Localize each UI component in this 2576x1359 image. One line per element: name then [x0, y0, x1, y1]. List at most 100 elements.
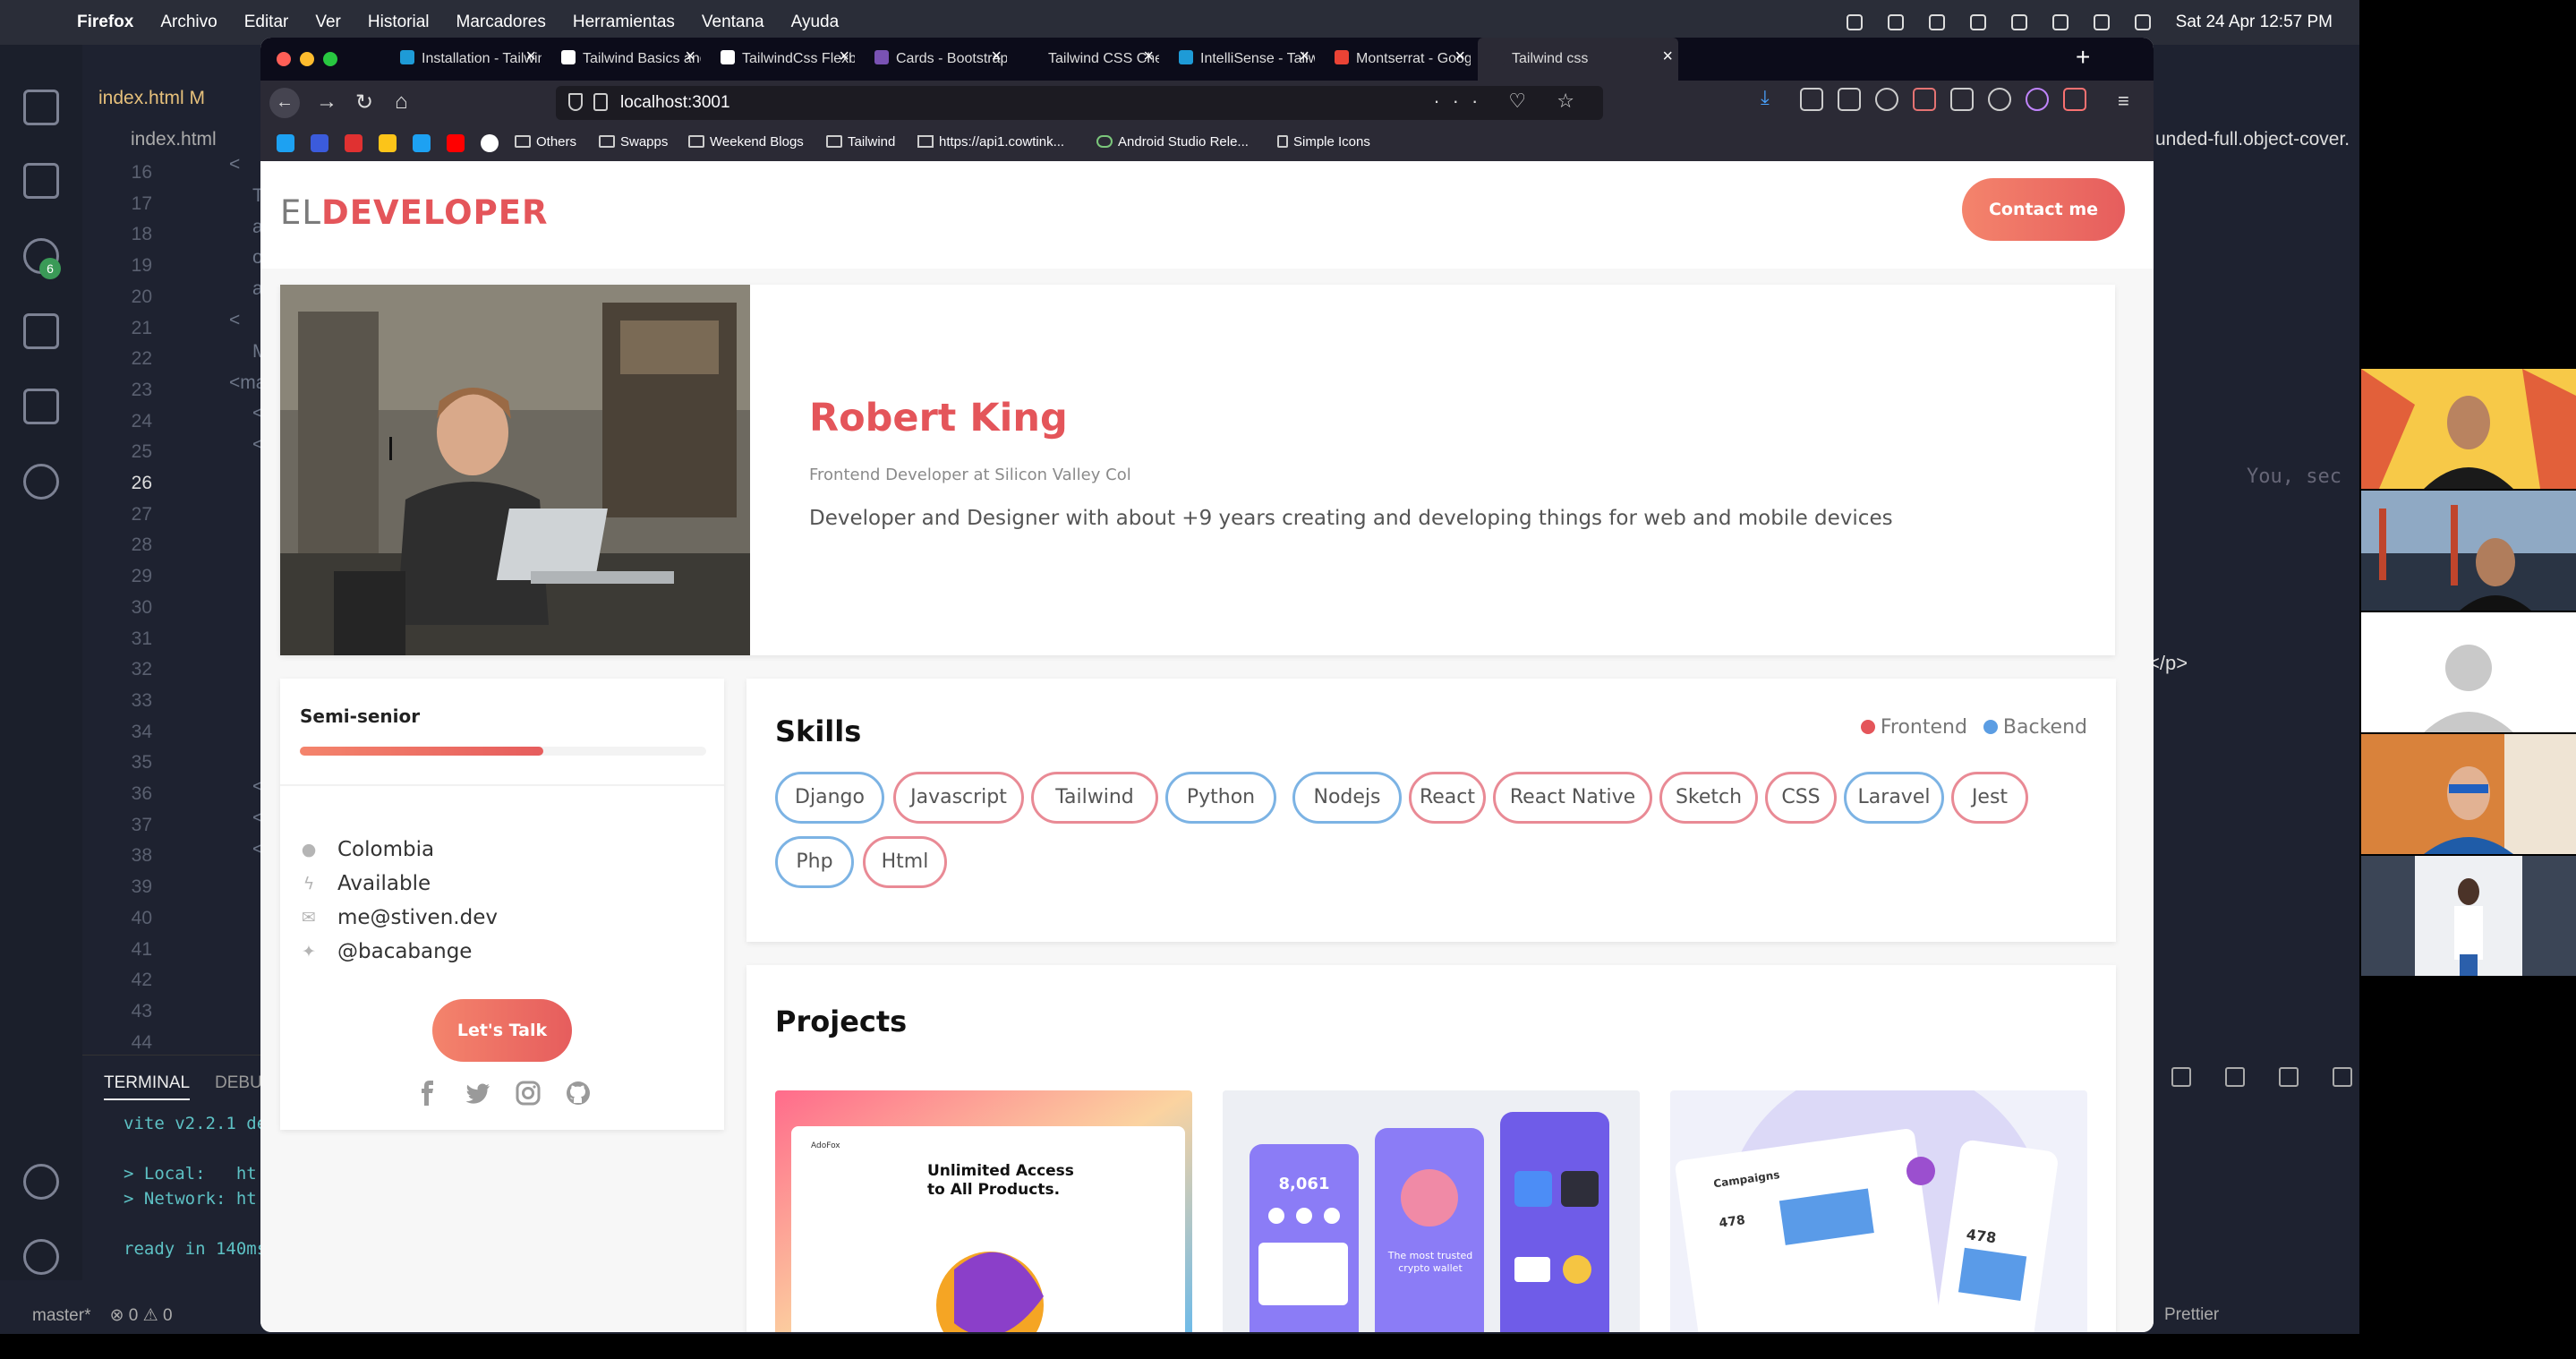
tab-close-icon[interactable]: ×	[1143, 47, 1154, 67]
menu-datetime[interactable]: Sat 24 Apr 12:57 PM	[2176, 13, 2333, 32]
page-info-icon[interactable]	[593, 93, 608, 111]
menu-item-marcadores[interactable]: Marcadores	[456, 13, 546, 32]
extension-icon-6[interactable]	[2063, 88, 2086, 111]
bookmark-cowtink[interactable]: https://api1.cowtink...	[917, 134, 1064, 150]
browser-tab[interactable]: Installation - Tailwin ×	[388, 38, 542, 81]
menu-item-editar[interactable]: Editar	[244, 13, 289, 32]
browser-tab[interactable]: Tailwind css ×	[1478, 38, 1678, 81]
extension-icon-4[interactable]	[1988, 88, 2011, 111]
problems-count[interactable]: ⊗ 0 ⚠ 0	[110, 1306, 173, 1325]
participant-video-2[interactable]	[2361, 491, 2576, 611]
explorer-icon[interactable]	[23, 90, 59, 125]
status-icon-1[interactable]	[1846, 14, 1863, 30]
home-button[interactable]: ⌂	[395, 90, 408, 115]
facebook-icon[interactable]	[414, 1080, 441, 1107]
contact-me-button[interactable]: Contact me	[1962, 178, 2125, 241]
forward-button[interactable]: →	[316, 90, 337, 115]
hamburger-menu-icon[interactable]: ≡	[2118, 90, 2129, 113]
info-text[interactable]: @bacabange	[337, 940, 472, 963]
google-icon[interactable]	[481, 134, 499, 152]
tab-close-icon[interactable]: ×	[1299, 47, 1309, 67]
lets-talk-button[interactable]: Let's Talk	[432, 999, 572, 1062]
github-icon[interactable]	[565, 1080, 592, 1107]
settings-gear-icon[interactable]	[23, 1239, 59, 1275]
bookmark-folder-tailwind[interactable]: Tailwind	[826, 134, 895, 150]
extension-icon-2[interactable]	[1913, 88, 1936, 111]
bookmark-icon-3[interactable]	[345, 134, 363, 152]
close-panel-icon[interactable]	[2333, 1067, 2352, 1087]
browser-tab[interactable]: TailwindCss Flexbox×	[708, 38, 855, 81]
menu-app-name[interactable]: Firefox	[77, 13, 133, 32]
git-branch[interactable]: master* ⊗ 0 ⚠ 0	[32, 1305, 173, 1326]
window-minimize-button[interactable]	[300, 52, 314, 66]
browser-tab[interactable]: Cards - Bootstrap v5×	[862, 38, 1007, 81]
browser-tab[interactable]: Tailwind CSS Cheat S×	[1014, 38, 1159, 81]
bookmark-folder-swapps[interactable]: Swapps	[599, 134, 668, 150]
browser-tab[interactable]: IntelliSense - Tailwin×	[1166, 38, 1315, 81]
info-text[interactable]: me@stiven.dev	[337, 906, 498, 929]
status-icon-3[interactable]	[1928, 14, 1945, 30]
participant-video-1[interactable]	[2361, 369, 2576, 489]
remote-icon[interactable]	[23, 464, 59, 500]
maximize-panel-icon[interactable]	[2279, 1067, 2299, 1087]
editor-tab[interactable]: index.html M	[82, 75, 261, 122]
project-thumbnail-2[interactable]: 8,061 The most trusted crypto wallet	[1223, 1090, 1640, 1332]
menu-item-herramientas[interactable]: Herramientas	[573, 13, 675, 32]
sidebar-icon[interactable]	[1838, 88, 1861, 111]
tab-close-icon[interactable]: ×	[839, 47, 849, 67]
window-close-button[interactable]	[277, 52, 291, 66]
menu-item-historial[interactable]: Historial	[368, 13, 430, 32]
bookmark-android-studio[interactable]: Android Studio Rele...	[1096, 134, 1249, 150]
participant-video-5[interactable]	[2361, 856, 2576, 976]
trash-icon[interactable]	[2225, 1067, 2245, 1087]
extensions-icon[interactable]	[23, 389, 59, 424]
account-icon[interactable]	[23, 1164, 59, 1200]
control-center-icon[interactable]	[2134, 14, 2151, 30]
browser-tab[interactable]: Montserrat - Google×	[1322, 38, 1471, 81]
status-icon-2[interactable]	[1887, 14, 1904, 30]
battery-icon[interactable]	[2010, 14, 2027, 30]
breadcrumb[interactable]: index.html	[82, 122, 261, 158]
back-button[interactable]: ←	[269, 88, 300, 118]
library-icon[interactable]	[1800, 88, 1823, 111]
tab-close-icon[interactable]: ×	[991, 47, 1002, 67]
url-bar[interactable]: localhost:3001 ··· ♡ ☆	[556, 86, 1603, 120]
wifi-icon[interactable]	[2051, 14, 2068, 30]
bookmark-icon-1[interactable]	[277, 134, 294, 152]
project-thumbnail-3[interactable]: Campaigns 478 478	[1670, 1090, 2087, 1332]
menu-item-ventana[interactable]: Ventana	[702, 13, 764, 32]
tab-close-icon[interactable]: ×	[525, 47, 536, 67]
tab-close-icon[interactable]: ×	[685, 47, 695, 67]
bookmark-icon-5[interactable]	[413, 134, 431, 152]
bookmark-icon-4[interactable]	[379, 134, 397, 152]
prettier-status[interactable]: Prettier	[2164, 1305, 2219, 1325]
bookmark-folder-others[interactable]: Others	[515, 134, 576, 150]
instagram-icon[interactable]	[515, 1080, 542, 1107]
downloads-icon[interactable]: ⤓	[1761, 86, 1784, 109]
bookmark-icon-6[interactable]	[447, 134, 465, 152]
site-logo[interactable]: ELDEVELOPER	[280, 193, 549, 232]
bookmark-simple-icons[interactable]: Simple Icons	[1277, 134, 1370, 150]
window-zoom-button[interactable]	[323, 52, 337, 66]
search-icon[interactable]	[23, 163, 59, 199]
bluetooth-icon[interactable]	[1969, 14, 1986, 30]
tab-close-icon[interactable]: ×	[1454, 47, 1465, 67]
tab-debug-console[interactable]: DEBU	[215, 1073, 262, 1093]
participant-video-3[interactable]	[2361, 612, 2576, 732]
menu-item-archivo[interactable]: Archivo	[160, 13, 217, 32]
run-debug-icon[interactable]	[23, 313, 59, 349]
menu-item-ayuda[interactable]: Ayuda	[791, 13, 840, 32]
tab-close-icon[interactable]: ×	[1662, 47, 1673, 67]
spotlight-icon[interactable]	[2093, 14, 2110, 30]
extension-icon-3[interactable]	[1950, 88, 1974, 111]
new-tab-button[interactable]: +	[2076, 43, 2090, 72]
participant-video-4[interactable]	[2361, 734, 2576, 854]
twitter-link-icon[interactable]	[465, 1080, 491, 1107]
browser-tab[interactable]: Tailwind Basics and ×	[549, 38, 701, 81]
bookmark-icon-2[interactable]	[311, 134, 328, 152]
project-thumbnail-1[interactable]: AdoFox Unlimited Access to All Products.	[775, 1090, 1192, 1332]
bookmark-folder-weekend-blogs[interactable]: Weekend Blogs	[688, 134, 804, 150]
split-terminal-icon[interactable]	[2171, 1067, 2191, 1087]
reload-button[interactable]: ↻	[355, 90, 373, 115]
tab-terminal[interactable]: TERMINAL	[104, 1073, 191, 1100]
